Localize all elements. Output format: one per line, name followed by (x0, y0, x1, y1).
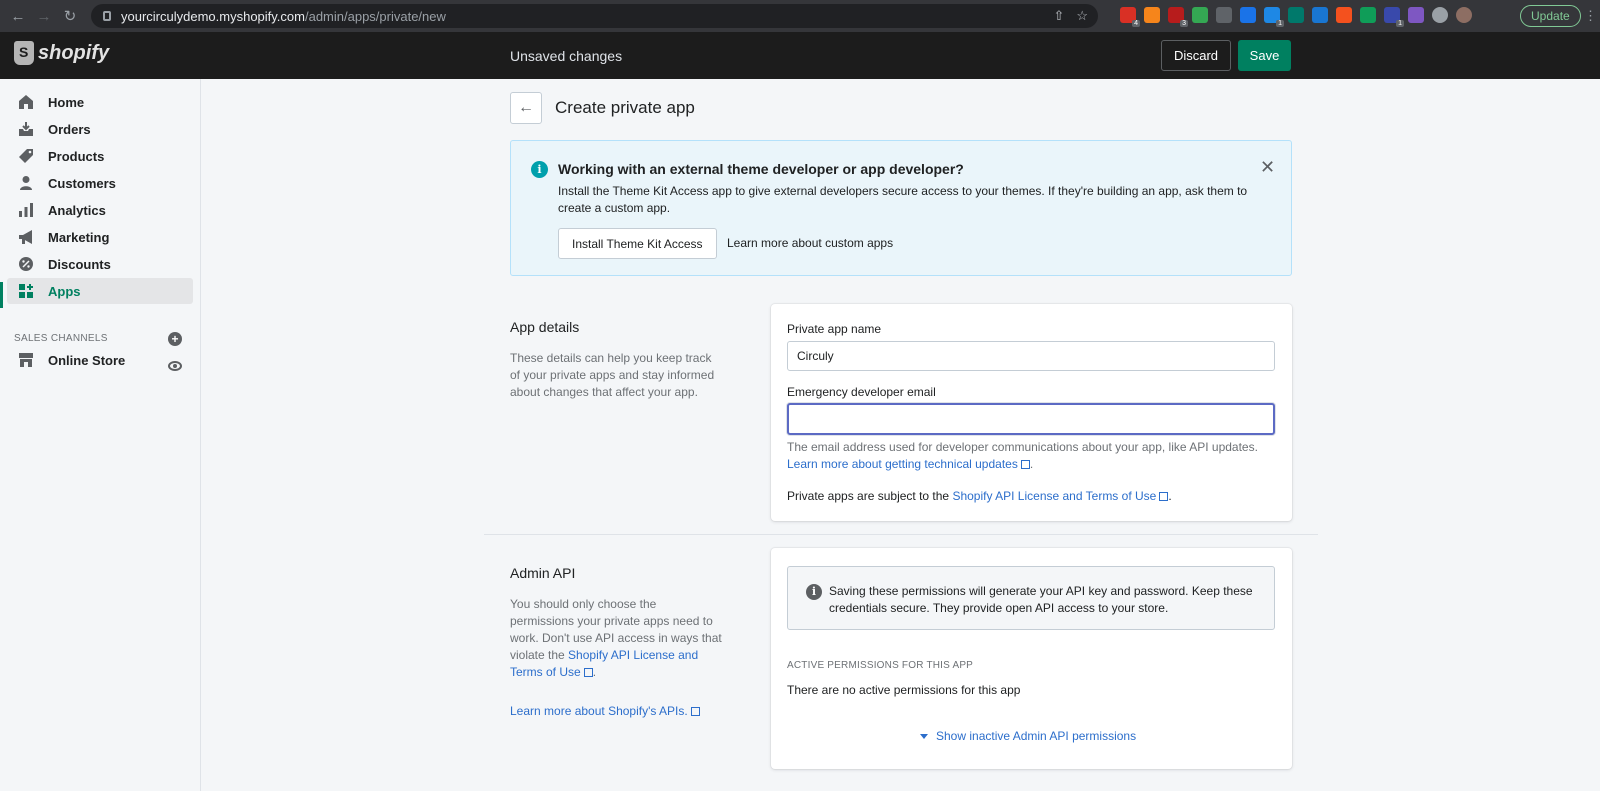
sidebar-item-home[interactable]: Home (7, 89, 193, 115)
install-theme-kit-button[interactable]: Install Theme Kit Access (558, 228, 717, 259)
ext-purple-icon[interactable] (1408, 7, 1424, 23)
lock-icon (103, 11, 111, 21)
active-indicator (0, 282, 3, 308)
ext-blue-icon[interactable] (1240, 7, 1256, 23)
browser-toolbar: ← → ↻ yourcirculydemo.myshopify.com/admi… (0, 0, 1600, 32)
banner-title: Working with an external theme developer… (558, 161, 964, 177)
developer-email-input[interactable] (787, 403, 1275, 435)
url-path: /admin/apps/private/new (304, 8, 446, 24)
api-terms-link[interactable]: Shopify API License and Terms of Use (952, 489, 1156, 503)
no-active-permissions-text: There are no active permissions for this… (787, 683, 1021, 697)
private-app-name-label: Private app name (787, 322, 882, 336)
puzzle-icon[interactable] (1432, 7, 1448, 23)
forward-arrow-icon[interactable]: → (31, 3, 57, 29)
sidebar-item-apps[interactable]: Apps (7, 278, 193, 304)
section-divider (484, 534, 1318, 535)
add-channel-icon[interactable]: + (168, 332, 182, 346)
browser-menu-icon[interactable]: ⋮ (1584, 8, 1597, 24)
learn-apis-link[interactable]: Learn more about Shopify's APIs. (510, 704, 688, 718)
bookmark-star-icon[interactable]: ☆ (1076, 8, 1088, 24)
extension-badge: 1 (1396, 20, 1404, 27)
banner-body: Install the Theme Kit Access app to give… (558, 184, 1248, 215)
arrow-left-icon: ← (518, 99, 534, 116)
caret-down-icon (920, 734, 928, 740)
extensions-bar: 4 3 1 1 (1120, 7, 1472, 27)
bar-chart-icon (18, 202, 34, 218)
admin-api-card: i Saving these permissions will generate… (771, 548, 1292, 769)
active-permissions-heading: ACTIVE PERMISSIONS FOR THIS APP (787, 660, 974, 671)
home-icon (18, 94, 34, 110)
info-icon: i (806, 584, 822, 600)
apps-icon (18, 283, 34, 299)
extension-badge: 4 (1132, 20, 1140, 27)
store-icon (18, 352, 34, 368)
technical-updates-link[interactable]: Learn more about getting technical updat… (787, 457, 1018, 471)
ext-dark-red-icon[interactable]: 3 (1168, 7, 1188, 27)
url-host: yourcirculydemo.myshopify.com (121, 8, 305, 24)
sidebar-item-customers[interactable]: Customers (7, 170, 193, 196)
page-title: Create private app (555, 98, 695, 117)
discard-button[interactable]: Discard (1161, 40, 1231, 71)
orders-icon (18, 121, 34, 137)
show-inactive-permissions-toggle[interactable]: Show inactive Admin API permissions (920, 729, 1136, 743)
address-bar[interactable]: yourcirculydemo.myshopify.com/admin/apps… (91, 4, 1098, 28)
reload-icon[interactable]: ↻ (57, 3, 83, 29)
unsaved-changes-text: Unsaved changes (510, 48, 623, 64)
sales-channels-heading: SALES CHANNELS (14, 333, 108, 344)
learn-custom-apps-link[interactable]: Learn more about custom apps (727, 236, 893, 250)
developer-email-label: Emergency developer email (787, 385, 936, 399)
back-button[interactable]: ← (510, 92, 542, 124)
extension-badge: 3 (1180, 20, 1188, 27)
ext-teal-icon[interactable] (1288, 7, 1304, 23)
save-button[interactable]: Save (1238, 40, 1291, 71)
back-arrow-icon[interactable]: ← (5, 3, 31, 29)
shopify-topbar: shopify Unsaved changes Discard Save (0, 32, 1600, 79)
tag-icon (18, 148, 34, 164)
sidebar-item-orders[interactable]: Orders (7, 116, 193, 142)
permissions-notice: i Saving these permissions will generate… (787, 566, 1275, 630)
shopify-bag-icon (14, 41, 34, 65)
app-details-description: These details can help you keep track of… (510, 351, 715, 399)
ext-metamask-icon[interactable] (1144, 7, 1160, 23)
admin-api-title: Admin API (510, 565, 576, 581)
external-link-icon (583, 668, 593, 678)
profile-avatar[interactable] (1456, 7, 1472, 23)
admin-api-description: You should only choose the permissions y… (510, 597, 722, 679)
update-button[interactable]: Update (1520, 5, 1581, 27)
share-icon[interactable]: ⇧ (1053, 8, 1064, 24)
ext-green2-icon[interactable] (1360, 7, 1376, 23)
info-banner: i Working with an external theme develop… (510, 140, 1292, 276)
ext-navy-icon[interactable]: 1 (1264, 7, 1284, 27)
email-help-text: The email address used for developer com… (787, 440, 1258, 471)
external-link-icon (1159, 492, 1169, 502)
discount-icon (18, 256, 34, 272)
extension-badge: 1 (1276, 20, 1284, 27)
info-icon: i (531, 161, 548, 178)
ext-recycle-icon[interactable] (1216, 7, 1232, 23)
ext-green-icon[interactable] (1192, 7, 1208, 23)
sidebar-item-discounts[interactable]: Discounts (7, 251, 193, 277)
sidebar-item-products[interactable]: Products (7, 143, 193, 169)
external-link-icon (1020, 460, 1030, 470)
person-icon (18, 175, 34, 191)
close-icon[interactable]: ✕ (1260, 157, 1275, 178)
learn-apis-text: Learn more about Shopify's APIs. (510, 703, 740, 720)
eye-icon[interactable] (168, 361, 182, 371)
ext-red-icon[interactable]: 4 (1120, 7, 1140, 27)
sidebar-item-online-store[interactable]: Online Store (7, 347, 193, 373)
megaphone-icon (18, 229, 34, 245)
ext-orange-icon[interactable] (1336, 7, 1352, 23)
ext-sky-icon[interactable] (1312, 7, 1328, 23)
app-details-card: Private app name Emergency developer ema… (771, 304, 1292, 521)
sidebar: Home Orders Products Customers Analytics… (0, 79, 201, 791)
shopify-logo[interactable]: shopify (14, 41, 109, 65)
sidebar-item-analytics[interactable]: Analytics (7, 197, 193, 223)
private-app-name-input[interactable] (787, 341, 1275, 371)
permissions-notice-text: Saving these permissions will generate y… (829, 584, 1253, 615)
ext-gear-icon[interactable]: 1 (1384, 7, 1404, 27)
external-link-icon (690, 707, 700, 717)
app-details-title: App details (510, 319, 580, 335)
sidebar-item-marketing[interactable]: Marketing (7, 224, 193, 250)
terms-text: Private apps are subject to the Shopify … (787, 489, 1172, 503)
